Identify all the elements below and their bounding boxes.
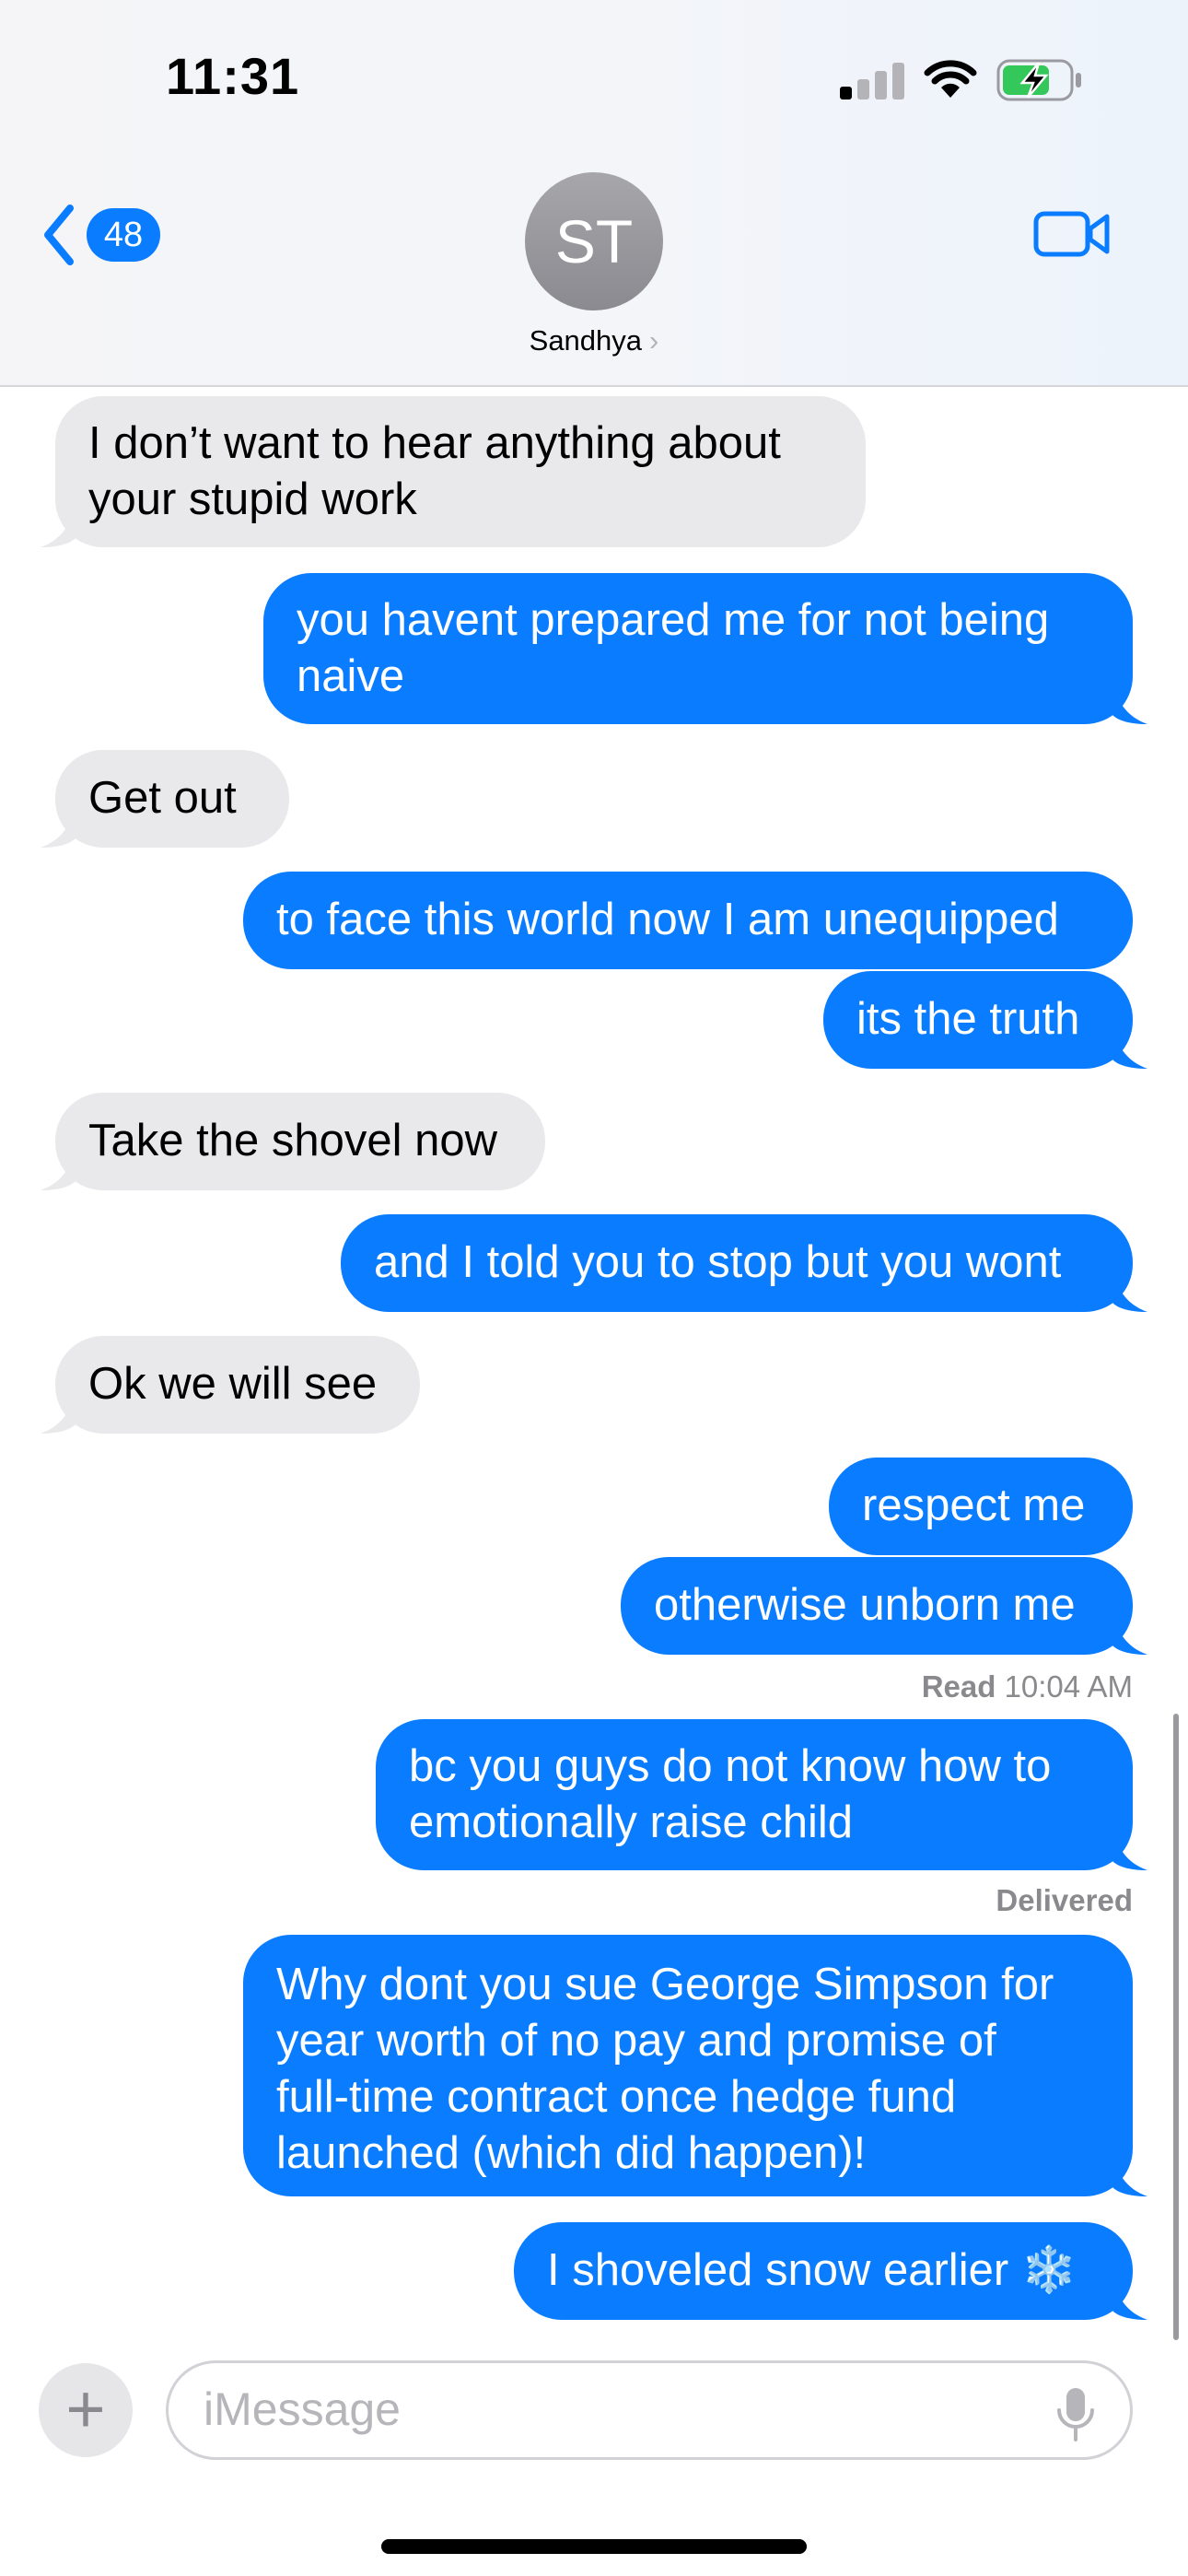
message-text: launched (which did happen)! [276,2128,867,2178]
message-text: respect me [862,1481,1086,1530]
bubble-tail [41,813,76,848]
message-text: year worth of no pay and promise of [276,2016,996,2066]
bubble-tail [1112,2285,1147,2320]
message-text: its the truth [856,994,1080,1044]
read-receipt: Read 10:04 AM [922,1669,1133,1704]
message-text: I shoveled snow earlier ❄️ [547,2245,1077,2295]
contact-name-label: Sandhya [529,324,643,357]
message-text: I don’t want to hear anything about [88,418,781,468]
plus-button[interactable]: + [39,2363,133,2457]
message-text: Take the shovel now [88,1116,497,1165]
plus-icon: + [65,2371,106,2447]
incoming-message[interactable]: Get out [55,750,289,848]
message-text: Why dont you sue George Simpson for [276,1960,1054,2009]
home-indicator[interactable] [381,2539,807,2554]
outgoing-message[interactable]: Why dont you sue George Simpson for year… [243,1935,1133,2196]
cellular-signal-icon [840,61,904,100]
message-text: Ok we will see [88,1359,378,1409]
outgoing-message[interactable]: I shoveled snow earlier ❄️ [514,2222,1133,2320]
outgoing-message[interactable]: and I told you to stop but you wont [341,1214,1133,1312]
status-time: 11:31 [166,47,300,105]
bubble-tail [41,512,76,547]
wifi-icon [924,60,977,98]
message-text: to face this world now I am unequipped [276,895,1059,944]
outgoing-message[interactable]: its the truth [823,971,1133,1069]
messages-screen: 11:31 48 ST Sandhya › I don’t want to he… [0,0,1188,2576]
delivered-receipt: Delivered [996,1883,1133,1918]
incoming-message[interactable]: Take the shovel now [55,1093,545,1190]
incoming-message[interactable]: Ok we will see [55,1336,420,1434]
bubble-tail [41,1155,76,1190]
read-time: 10:04 AM [1004,1669,1133,1704]
outgoing-message[interactable]: respect me [829,1458,1133,1555]
video-camera-icon[interactable] [1033,208,1111,260]
incoming-message[interactable]: I don’t want to hear anything about your… [55,396,866,547]
message-text: Get out [88,773,237,823]
bubble-tail [1112,2161,1147,2196]
chevron-left-icon [44,205,74,265]
message-text: emotionally raise child [409,1797,854,1847]
outgoing-message[interactable]: you havent prepared me for not being nai… [263,573,1133,724]
unread-count-badge: 48 [87,208,160,262]
read-label: Read [921,1669,996,1704]
message-text: and I told you to stop but you wont [374,1237,1062,1287]
message-text: bc you guys do not know how to [409,1741,1052,1791]
bubble-tail [41,1399,76,1434]
delivered-label: Delivered [996,1883,1133,1917]
imessage-input[interactable]: iMessage [166,2360,1133,2460]
outgoing-message[interactable]: otherwise unborn me [621,1557,1133,1655]
outgoing-message[interactable]: to face this world now I am unequipped [243,872,1133,969]
message-text: full-time contract once hedge fund [276,2072,957,2122]
bubble-tail [1112,1835,1147,1870]
chevron-right-icon: › [649,324,659,357]
bubble-tail [1112,1620,1147,1655]
message-text: naive [297,651,405,701]
scrollbar[interactable] [1173,1714,1179,2340]
contact-name[interactable]: Sandhya › [0,324,1188,357]
message-text: otherwise unborn me [654,1580,1076,1630]
microphone-icon[interactable] [1054,2386,1097,2443]
battery-charging-icon [996,59,1081,101]
input-placeholder: iMessage [204,2383,401,2435]
outgoing-message[interactable]: bc you guys do not know how to emotional… [376,1719,1133,1870]
conversation-header: 11:31 48 ST Sandhya › [0,0,1188,387]
message-text: your stupid work [88,474,417,524]
bubble-tail [1112,1034,1147,1069]
back-button[interactable]: 48 [41,203,160,267]
message-text: you havent prepared me for not being [297,595,1050,645]
bubble-tail [1112,689,1147,724]
bubble-tail [1112,1277,1147,1312]
contact-avatar[interactable]: ST [525,172,663,310]
